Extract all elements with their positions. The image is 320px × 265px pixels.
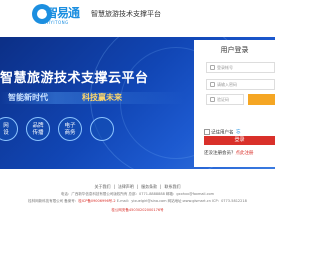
- lock-icon: [210, 82, 215, 87]
- logo-subtext: ZHIYITONG: [42, 20, 69, 25]
- register-prompt: 还没注册会员？点此注册: [204, 150, 254, 156]
- register-prompt-text: 还没注册会员？: [204, 151, 236, 156]
- user-icon: [210, 65, 215, 70]
- login-title: 用户登录: [220, 46, 249, 54]
- login-panel: 用户登录 登录帐号 请输入密码 验证码: [194, 40, 275, 167]
- footer-record-prefix: 桂林网新科技有限公司 备案号：: [28, 199, 79, 203]
- site-title: 智慧旅游技术支撑平台: [91, 10, 161, 18]
- remember-username[interactable]: 记住用户名: [204, 129, 234, 136]
- banner-slogan-1: 智能新时代: [8, 93, 48, 102]
- site-logo[interactable]: 智易通 ZHIYITONG: [32, 4, 84, 30]
- captcha-image[interactable]: [248, 94, 275, 105]
- footer-link-contact[interactable]: 联系我们: [165, 184, 181, 189]
- password-field[interactable]: 请输入密码: [206, 79, 275, 90]
- logo-text: 智易通: [46, 6, 80, 20]
- police-record-link[interactable]: 桂公网安备45030202000176号: [111, 208, 163, 212]
- captcha-placeholder: 验证码: [217, 97, 229, 102]
- footer-nav: 关于我们 | 法律声明 | 服务条款 | 联系我们: [94, 184, 181, 189]
- shield-icon: [210, 97, 215, 102]
- footer-link-about[interactable]: 关于我们: [94, 184, 110, 189]
- username-field[interactable]: 登录帐号: [206, 62, 275, 73]
- footer-link-terms[interactable]: 服务条款: [141, 184, 157, 189]
- captcha-field[interactable]: 验证码: [206, 94, 244, 105]
- feature-circle-web: 网设: [0, 117, 18, 141]
- feature-circle-ecommerce: 电子 商务: [58, 117, 82, 141]
- feature-circle-brand: 品牌 传播: [26, 117, 50, 141]
- forgot-password-link[interactable]: 忘: [236, 129, 241, 135]
- footer-record-line: 桂林网新科技有限公司 备案号：桂ICP备09006996号-2 E-mail：y…: [0, 199, 275, 204]
- footer-police-record: 桂公网安备45030202000176号: [0, 208, 275, 213]
- banner-slogan: 智能新时代 科技赢未来: [0, 92, 185, 104]
- footer-record-suffix: E-mail：yixuelgirl@sina.com 网站地址:www.glsm…: [115, 199, 247, 203]
- login-button[interactable]: 登录: [204, 136, 275, 145]
- register-link[interactable]: 点此注册: [236, 151, 254, 156]
- icp-link[interactable]: 桂ICP备09006996号-2: [78, 199, 115, 203]
- remember-checkbox[interactable]: [204, 129, 210, 135]
- username-placeholder: 登录帐号: [217, 65, 233, 70]
- banner-title: 智慧旅游技术支撑云平台: [0, 71, 149, 86]
- header: 智易通 ZHIYITONG 智慧旅游技术支撑平台: [0, 0, 275, 37]
- remember-label: 记住用户名: [211, 130, 234, 136]
- banner-slogan-2: 科技赢未来: [82, 93, 122, 102]
- password-placeholder: 请输入密码: [217, 82, 237, 87]
- footer-info-line: 电话：广西新华信息科技有限公司版权所有 总部：0771-8888888 邮箱：g…: [60, 192, 215, 196]
- feature-circle: [90, 117, 114, 141]
- footer-link-legal[interactable]: 法律声明: [118, 184, 134, 189]
